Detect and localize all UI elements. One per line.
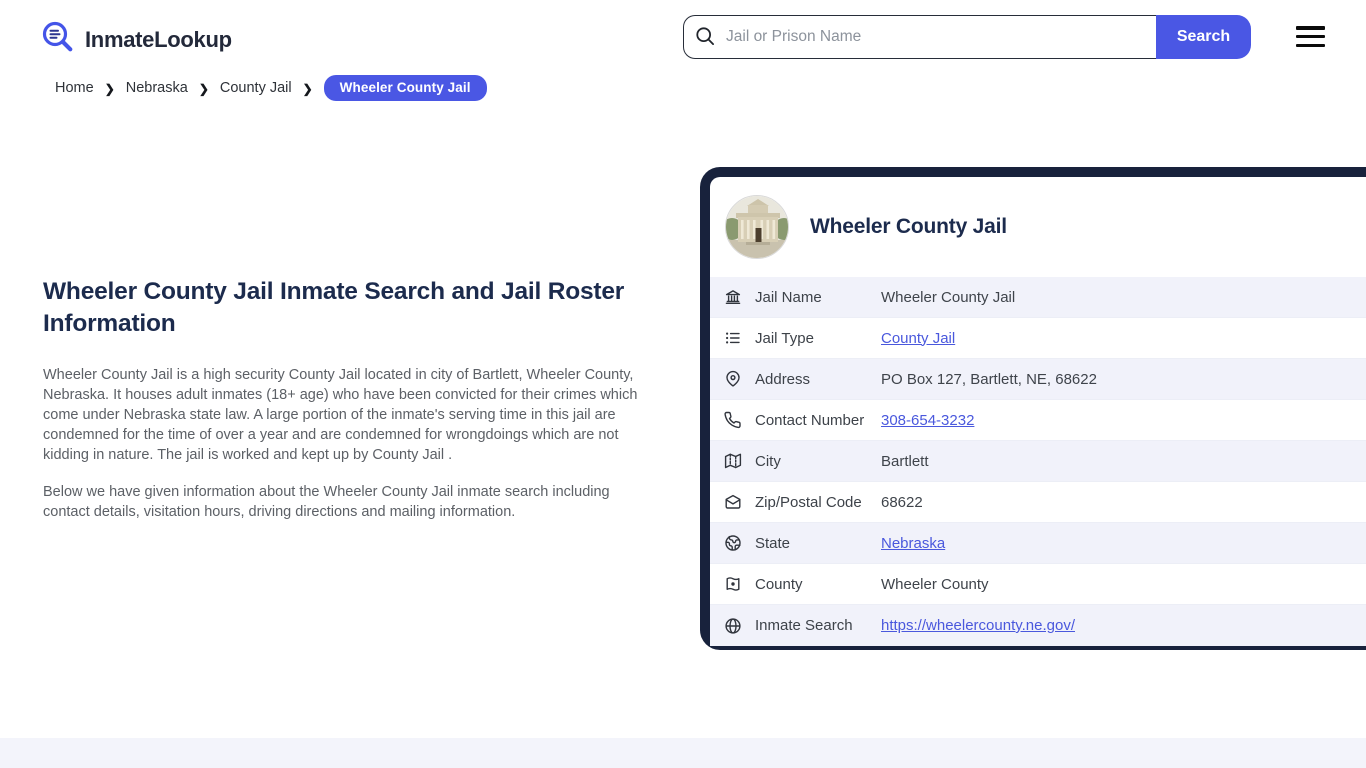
table-row: Zip/Postal Code 68622 (710, 482, 1366, 523)
globe-icon (724, 617, 742, 635)
row-value[interactable]: County Jail (881, 330, 955, 347)
phone-icon (724, 411, 742, 429)
table-row: Contact Number 308-654-3232 (710, 400, 1366, 441)
breadcrumb-county-jail[interactable]: County Jail (220, 80, 292, 96)
site-logo[interactable]: InmateLookup (40, 19, 232, 60)
table-row: County Wheeler County (710, 564, 1366, 605)
row-value[interactable]: Nebraska (881, 535, 945, 552)
row-value: PO Box 127, Bartlett, NE, 68622 (881, 370, 1097, 388)
row-label: State (755, 534, 791, 552)
article: Wheeler County Jail Inmate Search and Ja… (43, 276, 643, 539)
breadcrumb-nebraska[interactable]: Nebraska (126, 80, 188, 96)
row-label: Address (755, 370, 811, 388)
row-label: City (755, 452, 781, 470)
jail-photo (725, 195, 789, 259)
row-value: 68622 (881, 493, 923, 511)
search-input[interactable] (683, 15, 1156, 59)
chevron-right-icon: ❯ (302, 81, 313, 96)
row-label: Contact Number (755, 411, 865, 429)
chevron-right-icon: ❯ (198, 81, 209, 96)
table-row: Jail Type County Jail (710, 318, 1366, 359)
row-value: Bartlett (881, 452, 929, 470)
card-header: Wheeler County Jail (710, 177, 1366, 277)
breadcrumb-current-badge: Wheeler County Jail (323, 75, 487, 101)
mail-icon (724, 493, 742, 511)
search-icon (695, 26, 716, 47)
earth-icon (724, 534, 742, 552)
magnifier-logo-icon (40, 19, 76, 60)
page-title: Wheeler County Jail Inmate Search and Ja… (43, 278, 625, 337)
row-value[interactable]: https://wheelercounty.ne.gov/ (881, 617, 1075, 634)
breadcrumb: Home ❯ Nebraska ❯ County Jail ❯ Wheeler … (55, 75, 487, 101)
list-icon (724, 329, 742, 347)
row-value[interactable]: 308-654-3232 (881, 412, 974, 429)
footer-strip (0, 738, 1366, 768)
bank-icon (724, 288, 742, 306)
row-label: Inmate Search (755, 617, 853, 634)
row-value: Wheeler County (881, 575, 989, 593)
info-table: Jail Name Wheeler County Jail Jail Type Cou… (710, 277, 1366, 646)
chevron-right-icon: ❯ (104, 81, 115, 96)
article-paragraph: Below we have given information about th… (43, 484, 610, 520)
logo-wordmark: InmateLookup (85, 26, 232, 52)
row-label: Zip/Postal Code (755, 493, 862, 511)
row-label: Jail Name (755, 288, 822, 306)
row-label: Jail Type (755, 329, 814, 347)
jail-search-bar: Search (683, 15, 1251, 59)
article-paragraph: Wheeler County Jail is a high security C… (43, 367, 638, 463)
map-pin-icon (724, 370, 742, 388)
table-row: Inmate Search https://wheelercounty.ne.go… (710, 605, 1366, 646)
table-row: State Nebraska (710, 523, 1366, 564)
table-row: City Bartlett (710, 441, 1366, 482)
card-title: Wheeler County Jail (810, 215, 1007, 238)
jail-info-card: Wheeler County Jail Jail Name Wheeler Cou… (700, 167, 1366, 650)
table-row: Jail Name Wheeler County Jail (710, 277, 1366, 318)
row-value: Wheeler County Jail (881, 288, 1016, 306)
hamburger-menu-icon[interactable] (1296, 26, 1325, 48)
search-button[interactable]: Search (1156, 15, 1251, 59)
breadcrumb-home[interactable]: Home (55, 80, 94, 96)
map-icon (724, 452, 742, 470)
row-label: County (755, 575, 803, 593)
table-row: Address PO Box 127, Bartlett, NE, 68622 (710, 359, 1366, 400)
county-icon (724, 575, 742, 593)
